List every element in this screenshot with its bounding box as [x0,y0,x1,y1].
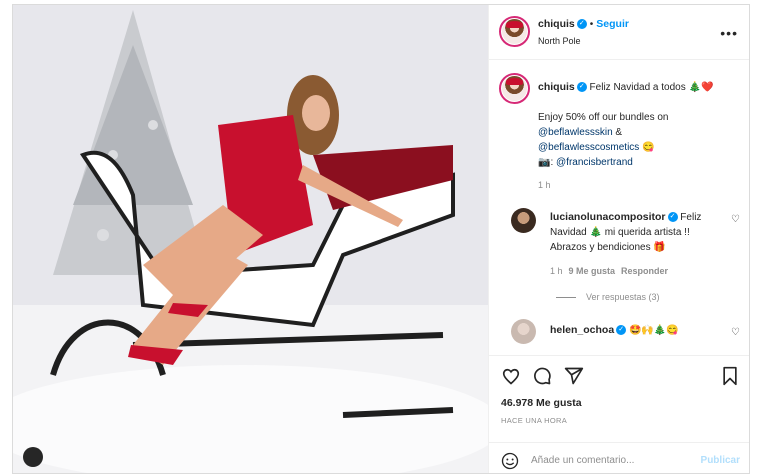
comment-meta: 1 h 9 Me gusta Responder [550,266,668,276]
caption-avatar[interactable] [499,73,530,104]
share-icon[interactable] [564,366,584,386]
post-frame: chiquis ✓ • Seguir North Pole ••• chiquis ✓ … [12,4,750,474]
action-bar: 46.978 Me gusta HACE UNA HORA Añade un c… [489,355,749,473]
comment-avatar[interactable] [511,208,536,233]
caption-line-1: Feliz Navidad a todos 🎄❤️ [589,82,714,93]
comment-text-a: Feliz [680,212,702,223]
comment-input[interactable]: Añade un comentario... [531,455,634,466]
caption-text: chiquis ✓ Feliz Navidad a todos 🎄❤️ [538,80,743,95]
caption-emoji: 😋 [639,142,655,153]
reply-button[interactable]: Responder [621,266,668,276]
avatar[interactable] [499,16,530,47]
verified-badge-icon: ✓ [667,212,678,223]
mention-link[interactable]: @beflawlesscosmetics [538,142,639,153]
comment-username[interactable]: lucianolunacompositor [550,211,666,223]
comment-text-body: 🤩🙌🎄😋 [628,325,679,336]
comment-text: lucianolunacompositor ✓ Feliz Navidad 🎄 m… [550,210,730,255]
likes-count[interactable]: 46.978 Me gusta [501,397,582,409]
separator-dot: • [589,19,594,30]
verified-badge-icon: ✓ [576,82,587,93]
header-user-line: chiquis ✓ • Seguir [538,18,629,30]
publish-button[interactable]: Publicar [701,455,740,466]
comment-time[interactable]: 1 h [550,266,563,276]
verified-badge-icon: ✓ [616,325,627,336]
follow-button[interactable]: Seguir [596,18,629,30]
bookmark-icon[interactable] [720,366,740,386]
add-comment-bar: Añade un comentario... Publicar [489,442,749,473]
comment-item: helen_ochoa ✓ 🤩🙌🎄😋 ♡ [489,319,749,347]
post-photo-graphic [13,5,488,473]
emoji-icon[interactable] [501,452,519,470]
caption-line-2: Enjoy 50% off our bundles on [538,112,669,123]
post-image[interactable] [13,5,488,473]
comment-text-c: Abrazos y bendiciones 🎁 [550,242,666,253]
post-timestamp[interactable]: HACE UNA HORA [501,416,567,425]
comment-like-icon[interactable]: ♡ [731,214,740,225]
more-options-icon[interactable]: ••• [720,25,738,41]
header-username[interactable]: chiquis [538,18,575,30]
comment-icon[interactable] [532,366,552,386]
post-header: chiquis ✓ • Seguir North Pole ••• [489,5,749,60]
comment-text-b: Navidad 🎄 mi querida artista !! [550,227,690,238]
mention-link[interactable]: @francisbertrand [556,157,633,168]
caption-time[interactable]: 1 h [538,180,551,190]
camera-icon: 📷: [538,157,557,168]
location-link[interactable]: North Pole [538,36,581,46]
view-replies-button[interactable]: Ver respuestas (3) [556,292,660,302]
comment-username[interactable]: helen_ochoa [550,324,614,336]
heart-icon[interactable] [501,366,521,386]
post-side-panel: chiquis ✓ • Seguir North Pole ••• chiquis ✓ … [488,5,749,473]
verified-badge-icon: ✓ [576,19,587,30]
mention-link[interactable]: @beflawlessskin [538,127,613,138]
caption-amp: & [612,127,623,138]
caption-body: Enjoy 50% off our bundles on @beflawless… [538,110,743,170]
comment-avatar[interactable] [511,319,536,344]
caption-username[interactable]: chiquis [538,81,575,93]
comment-item: lucianolunacompositor ✓ Feliz Navidad 🎄 m… [489,208,749,278]
comment-likes[interactable]: 9 Me gusta [569,266,616,276]
comment-like-icon[interactable]: ♡ [731,327,740,338]
comment-text: helen_ochoa ✓ 🤩🙌🎄😋 [550,323,679,338]
user-tag-icon[interactable] [23,447,43,467]
